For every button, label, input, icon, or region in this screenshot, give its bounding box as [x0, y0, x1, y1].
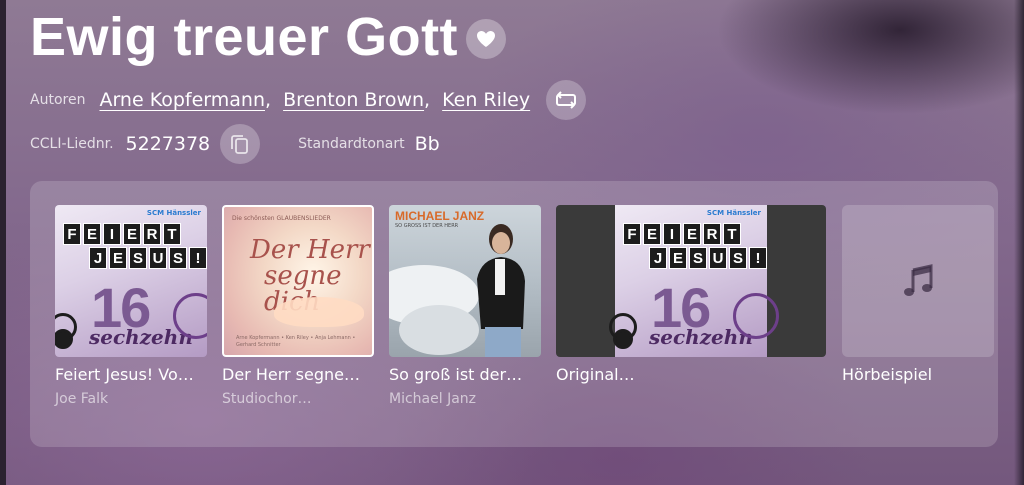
author-link[interactable]: Brenton Brown: [283, 89, 424, 111]
recording-card[interactable]: SCM Hänssler FEIERT J E S U S! 16 sechzehn O…: [556, 205, 826, 391]
recording-card[interactable]: MICHAEL JANZ SO GROSS IST DER HERR So gr…: [389, 205, 541, 407]
cover-hands: [274, 297, 364, 327]
recording-card[interactable]: Hörbeispiel: [842, 205, 994, 391]
cover-logo: SCM Hänssler: [146, 209, 201, 217]
album-cover: Die schönsten GLAUBENSLIEDER Der Herr se…: [222, 205, 374, 357]
author-separator: ,: [424, 89, 431, 111]
album-cover: MICHAEL JANZ SO GROSS IST DER HERR: [389, 205, 541, 357]
ccli-number: 5227378: [125, 133, 211, 155]
recording-title: Hörbeispiel: [842, 365, 933, 384]
key-label: Standardtonart: [298, 136, 405, 152]
song-header: Ewig treuer Gott: [30, 2, 507, 72]
copy-icon: [231, 135, 249, 154]
recording-card[interactable]: SCM Hänssler FEIERT J E S U S! 16 sechzehn F…: [55, 205, 207, 407]
cover-decoration: [55, 329, 73, 349]
cover-decoration: [733, 293, 779, 339]
recording-title: Feiert Jesus! Vo…: [55, 365, 194, 384]
album-cover-wide: SCM Hänssler FEIERT J E S U S! 16 sechzehn: [556, 205, 826, 357]
cover-top-text: Die schönsten GLAUBENSLIEDER: [232, 215, 331, 222]
window-edge-right: [1014, 0, 1024, 485]
recording-artist: Studiochor…: [222, 391, 312, 407]
author-link[interactable]: Arne Kopfermann: [99, 89, 265, 111]
cover-line: FEIERT: [63, 223, 181, 245]
recording-title: Der Herr segne…: [222, 365, 360, 384]
recording-title: So groß ist der…: [389, 365, 523, 384]
cover-line: J E S U S!: [89, 247, 207, 269]
repeat-icon: [556, 91, 577, 109]
cover-person: [477, 224, 525, 357]
cover-decoration: [613, 329, 633, 349]
music-note-icon: [904, 264, 933, 296]
album-cover: SCM Hänssler FEIERT J E S U S! 16 sechzehn: [609, 205, 779, 357]
ccli-row: CCLI-Liednr. 5227378 Standardtonart Bb: [30, 124, 440, 164]
recording-artist: Joe Falk: [55, 391, 109, 407]
cover-logo: SCM Hänssler: [706, 209, 761, 217]
author-link[interactable]: Ken Riley: [442, 89, 530, 111]
key-value: Bb: [414, 133, 440, 155]
recording-title: Original…: [556, 365, 635, 384]
ccli-label: CCLI-Liednr.: [30, 136, 114, 152]
authors-list: Arne Kopfermann, Brenton Brown, Ken Rile…: [99, 89, 530, 111]
audio-sample-thumb: [842, 205, 994, 357]
recording-artist: Michael Janz: [389, 391, 477, 407]
cover-credits: Arne Kopfermann • Ken Riley • Anja Lehma…: [236, 335, 356, 348]
favorite-button[interactable]: [466, 19, 507, 59]
repeat-button[interactable]: [546, 80, 587, 120]
author-separator: ,: [265, 89, 272, 111]
cover-line: FEIERT: [623, 223, 741, 245]
authors-row: Autoren Arne Kopfermann, Brenton Brown, …: [30, 80, 587, 120]
authors-label: Autoren: [30, 92, 86, 108]
recording-card[interactable]: Die schönsten GLAUBENSLIEDER Der Herr se…: [222, 205, 374, 407]
copy-ccli-button[interactable]: [220, 124, 261, 164]
heart-icon: [477, 31, 496, 47]
recordings-carousel[interactable]: SCM Hänssler FEIERT J E S U S! 16 sechzehn F…: [30, 181, 998, 447]
song-title: Ewig treuer Gott: [30, 7, 459, 67]
cover-subtitle: SO GROSS IST DER HERR: [395, 223, 459, 229]
window-edge-left: [0, 0, 6, 485]
album-cover: SCM Hänssler FEIERT J E S U S! 16 sechzehn: [55, 205, 207, 357]
cover-line: J E S U S!: [649, 247, 767, 269]
